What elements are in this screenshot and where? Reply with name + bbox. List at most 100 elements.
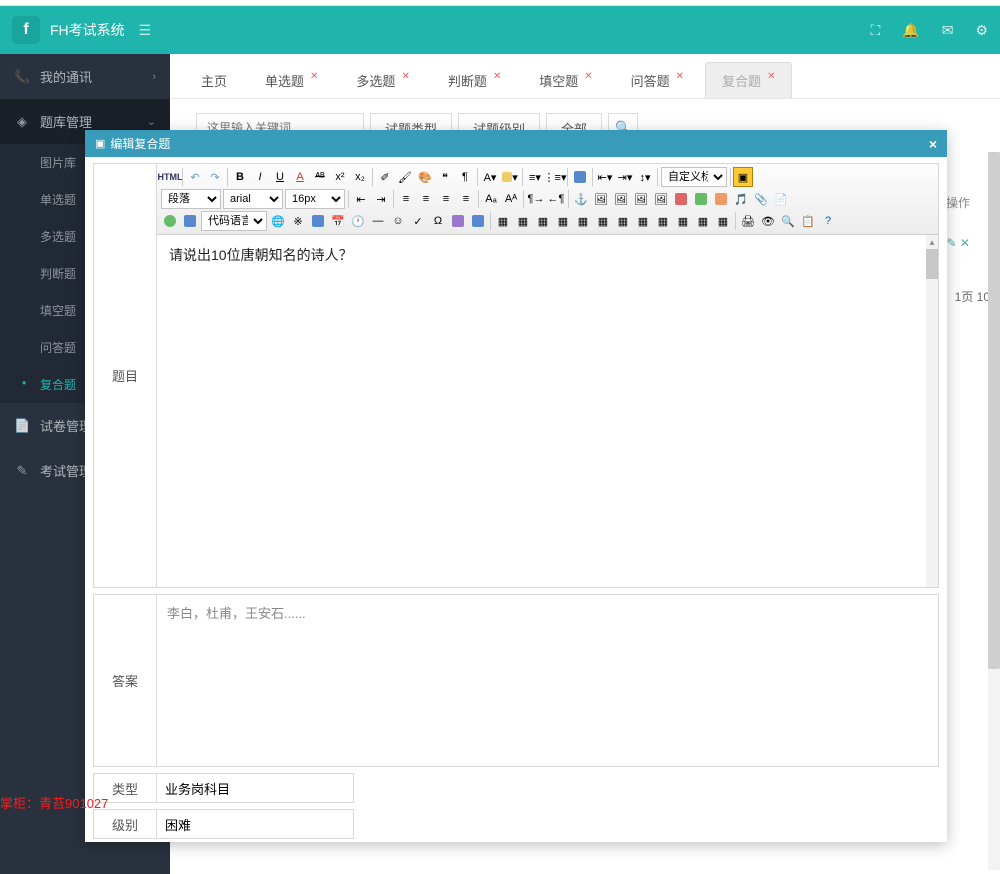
editor-scrollbar[interactable]: ▴ bbox=[926, 235, 938, 587]
lineheight-icon[interactable]: ↕▾ bbox=[635, 167, 655, 187]
alignr-icon[interactable]: ≡ bbox=[436, 189, 456, 209]
table6-icon[interactable]: ▦ bbox=[593, 211, 613, 231]
underline-icon[interactable]: U bbox=[270, 167, 290, 187]
template-icon[interactable] bbox=[308, 211, 328, 231]
tab-answer[interactable]: 问答题✕ bbox=[614, 62, 701, 98]
maximize-icon[interactable]: ▣ bbox=[733, 167, 753, 187]
globe-icon[interactable]: 🌐 bbox=[268, 211, 288, 231]
formatbrush-icon[interactable]: 🖌 bbox=[395, 167, 415, 187]
editor-body[interactable]: 请说出10位唐朝知名的诗人？ ▴ bbox=[157, 235, 938, 587]
alignl-icon[interactable]: ≡ bbox=[396, 189, 416, 209]
case-icon[interactable]: Aₐ bbox=[481, 189, 501, 209]
menu-toggle-icon[interactable]: ☰ bbox=[139, 22, 152, 39]
table10-icon[interactable]: ▦ bbox=[673, 211, 693, 231]
table2-icon[interactable]: ▦ bbox=[513, 211, 533, 231]
tab-multi[interactable]: 多选题✕ bbox=[339, 62, 426, 98]
indent-icon[interactable]: ⇤▾ bbox=[595, 167, 615, 187]
table12-icon[interactable]: ▦ bbox=[713, 211, 733, 231]
video-icon[interactable] bbox=[691, 189, 711, 209]
pilcrow-icon[interactable]: ¶ bbox=[455, 167, 475, 187]
level-value[interactable]: 困难 bbox=[157, 809, 354, 839]
forecolor-icon[interactable]: A▾ bbox=[480, 167, 500, 187]
ul-icon[interactable]: ⋮≡▾ bbox=[545, 167, 565, 187]
tab-home[interactable]: 主页 bbox=[184, 62, 244, 98]
undo-icon[interactable]: ↶ bbox=[185, 167, 205, 187]
backcolor-icon[interactable]: ▾ bbox=[500, 167, 520, 187]
palette-icon[interactable]: 🎨 bbox=[415, 167, 435, 187]
tab-compound[interactable]: 复合题✕ bbox=[705, 62, 792, 98]
redo-icon[interactable]: ↷ bbox=[205, 167, 225, 187]
close-icon[interactable]: ✕ bbox=[767, 71, 775, 82]
table5-icon[interactable]: ▦ bbox=[573, 211, 593, 231]
close-icon[interactable]: ✕ bbox=[401, 71, 409, 82]
face-icon[interactable] bbox=[160, 211, 180, 231]
ref-icon[interactable]: ※ bbox=[288, 211, 308, 231]
bold-icon[interactable]: B bbox=[230, 167, 250, 187]
link-box-icon[interactable] bbox=[570, 167, 590, 187]
table4-icon[interactable]: ▦ bbox=[553, 211, 573, 231]
sidebar-item-contacts[interactable]: 📞 我的通讯 › bbox=[0, 54, 170, 99]
music-icon[interactable]: 🎵 bbox=[731, 189, 751, 209]
rtl-icon[interactable]: ←¶ bbox=[546, 189, 566, 209]
case2-icon[interactable]: Aᴬ bbox=[501, 189, 521, 209]
table8-icon[interactable]: ▦ bbox=[633, 211, 653, 231]
tab-judge[interactable]: 判断题✕ bbox=[431, 62, 518, 98]
table7-icon[interactable]: ▦ bbox=[613, 211, 633, 231]
type-value[interactable]: 业务岗科目 bbox=[157, 773, 354, 803]
codelang-select[interactable]: 代码语言 bbox=[201, 211, 267, 231]
modal-header[interactable]: ▣ 编辑复合题 × bbox=[85, 130, 947, 157]
superscript-icon[interactable]: x² bbox=[330, 167, 350, 187]
preview-icon[interactable]: 👁 bbox=[758, 211, 778, 231]
word-icon[interactable] bbox=[468, 211, 488, 231]
subscript-icon[interactable]: x₂ bbox=[350, 167, 370, 187]
spell-icon[interactable]: ✓ bbox=[408, 211, 428, 231]
alignj-icon[interactable]: ≡ bbox=[456, 189, 476, 209]
font-select[interactable]: arial bbox=[223, 189, 283, 209]
close-icon[interactable]: ✕ bbox=[584, 71, 592, 82]
image3-icon[interactable]: 🖼 bbox=[631, 189, 651, 209]
drafts-icon[interactable]: 📋 bbox=[798, 211, 818, 231]
table11-icon[interactable]: ▦ bbox=[693, 211, 713, 231]
strike-icon[interactable]: ᴬᴮ bbox=[310, 167, 330, 187]
page-icon[interactable]: 📄 bbox=[771, 189, 791, 209]
image2-icon[interactable]: 🖼 bbox=[611, 189, 631, 209]
anchor-icon[interactable]: ⚓ bbox=[571, 189, 591, 209]
mail-icon[interactable]: ✉ bbox=[942, 22, 954, 39]
close-icon[interactable]: × bbox=[929, 136, 937, 152]
alignc-icon[interactable]: ≡ bbox=[416, 189, 436, 209]
hr-icon[interactable]: — bbox=[368, 211, 388, 231]
ltr-icon[interactable]: ¶→ bbox=[526, 189, 546, 209]
indentr-icon[interactable]: ⇥ bbox=[371, 189, 391, 209]
map-icon[interactable] bbox=[671, 189, 691, 209]
table9-icon[interactable]: ▦ bbox=[653, 211, 673, 231]
settings-icon[interactable]: ⚙ bbox=[975, 22, 988, 39]
custom-title-select[interactable]: 自定义标题 bbox=[661, 167, 727, 187]
close-icon[interactable]: ✕ bbox=[676, 71, 684, 82]
image-icon[interactable]: 🖼 bbox=[591, 189, 611, 209]
tab-single[interactable]: 单选题✕ bbox=[248, 62, 335, 98]
italic-icon[interactable]: I bbox=[250, 167, 270, 187]
quote-icon[interactable]: ❝ bbox=[435, 167, 455, 187]
size-select[interactable]: 16px bbox=[285, 189, 345, 209]
attach-icon[interactable]: 📎 bbox=[751, 189, 771, 209]
date-icon[interactable]: 📅 bbox=[328, 211, 348, 231]
print-icon[interactable]: 🖨 bbox=[738, 211, 758, 231]
close-icon[interactable]: ✕ bbox=[493, 71, 501, 82]
html-button[interactable]: HTML bbox=[160, 167, 180, 187]
eraser-icon[interactable]: ✐ bbox=[375, 167, 395, 187]
question-text[interactable]: 请说出10位唐朝知名的诗人？ bbox=[157, 235, 938, 275]
fullscreen-icon[interactable]: ⛶ bbox=[870, 22, 880, 39]
close-icon[interactable]: ✕ bbox=[310, 71, 318, 82]
table3-icon[interactable]: ▦ bbox=[533, 211, 553, 231]
zoom-icon[interactable]: 🔍 bbox=[778, 211, 798, 231]
tab-blank[interactable]: 填空题✕ bbox=[522, 62, 609, 98]
paragraph-select[interactable]: 段落 bbox=[161, 189, 221, 209]
fontcolor-icon[interactable]: A bbox=[290, 167, 310, 187]
help-icon[interactable]: ? bbox=[818, 211, 838, 231]
table-icon[interactable]: ▦ bbox=[493, 211, 513, 231]
outdent-icon[interactable]: ⇥▾ bbox=[615, 167, 635, 187]
emoji-icon[interactable]: ☺ bbox=[388, 211, 408, 231]
image4-icon[interactable]: 🖼 bbox=[651, 189, 671, 209]
chart-icon[interactable] bbox=[180, 211, 200, 231]
omega-icon[interactable]: Ω bbox=[428, 211, 448, 231]
